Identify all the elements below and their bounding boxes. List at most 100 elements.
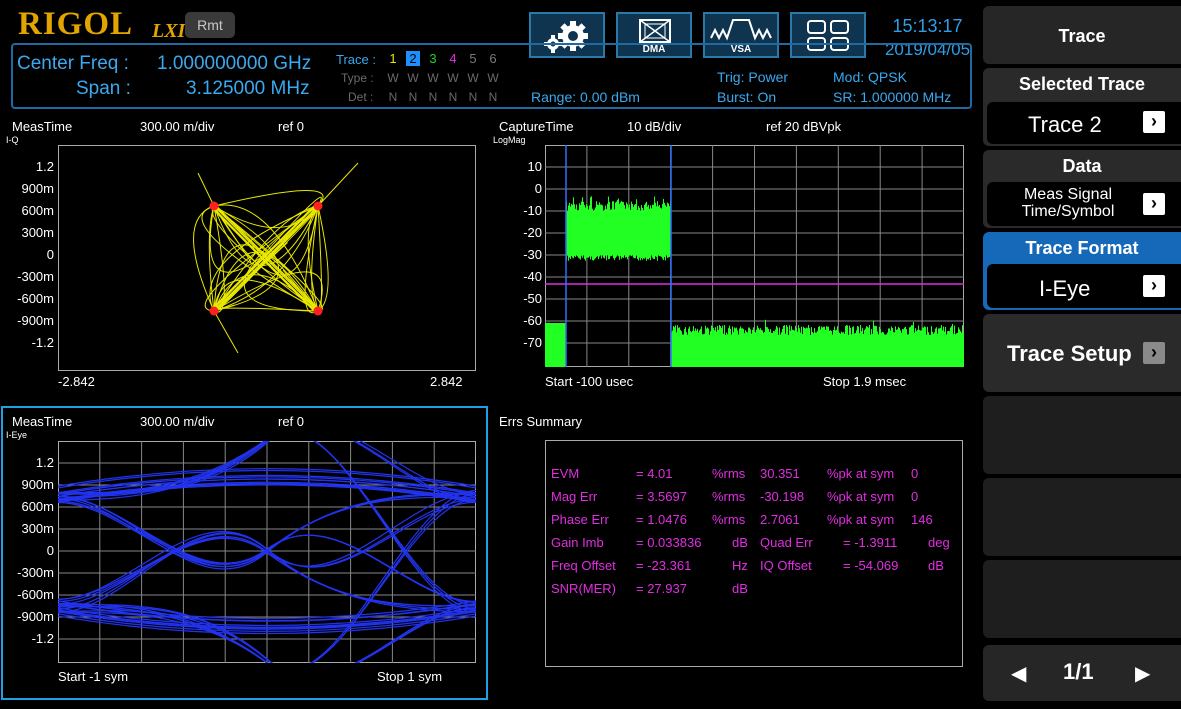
empty-softkey-7[interactable]	[983, 560, 1181, 638]
spectrum-plot-y-tick: -50	[523, 291, 542, 306]
trace-number-2[interactable]: 2	[406, 51, 420, 66]
spectrum-plot-scale: 10 dB/div	[627, 119, 682, 134]
trace-number-1[interactable]: 1	[386, 51, 400, 66]
selected-trace-softkey[interactable]: Selected Trace Trace 2 ›	[983, 68, 1181, 146]
trace-det-1: N	[388, 90, 398, 104]
spectrum-plot-ref: ref 20 dBVpk	[766, 119, 842, 134]
trigger-readout: Trig: Power	[717, 69, 789, 85]
spectrum-plot-y-tick: 10	[527, 159, 542, 174]
trace-setup-label: Trace Setup	[1007, 341, 1132, 366]
error-summary-cell: %rms	[712, 466, 746, 481]
empty-softkey-5[interactable]	[983, 396, 1181, 474]
error-summary-cell: = 27.937	[636, 581, 687, 596]
trace-det-6: N	[488, 90, 498, 104]
error-summary-cell: 0	[911, 466, 919, 481]
iq-plot-x-max: 2.842	[430, 374, 463, 389]
eye-plot-title: MeasTime	[12, 414, 73, 429]
iq-plot-title: MeasTime	[12, 119, 73, 134]
eye-plot-y-tick: -600m	[17, 587, 54, 602]
error-summary-cell: = -23.361	[636, 558, 692, 573]
chevron-right-icon: ›	[1143, 275, 1165, 297]
chevron-right-icon: ›	[1143, 193, 1165, 215]
trace-number-6[interactable]: 6	[486, 51, 500, 66]
error-summary-cell: Gain Imb	[551, 535, 604, 550]
trace-type-5: W	[467, 71, 479, 85]
trace-type-6: W	[487, 71, 499, 85]
clock-time: 15:13:17	[892, 16, 963, 36]
trace-number-4[interactable]: 4	[446, 51, 460, 66]
errors-summary-box	[545, 440, 963, 667]
i-eye-diagram[interactable]	[58, 441, 476, 663]
data-value-line-2: Time/Symbol	[1021, 203, 1115, 220]
error-summary-cell: 146	[911, 512, 933, 527]
data-softkey[interactable]: Data Meas Signal Time/Symbol ›	[983, 150, 1181, 228]
next-page-icon[interactable]: ▶	[1135, 661, 1150, 686]
error-summary-cell: 0	[911, 489, 919, 504]
error-summary-cell: Mag Err	[551, 489, 598, 504]
error-summary-cell: = -1.3911	[843, 535, 898, 550]
error-summary-cell: = -54.069	[843, 558, 899, 573]
eye-plot-start: Start -1 sym	[58, 669, 129, 684]
range-readout: Range: 0.00 dBm	[531, 89, 640, 105]
error-summary-cell: %rms	[712, 489, 746, 504]
iq-plot-scale: 300.00 m/div	[140, 119, 215, 134]
trace-setup-softkey[interactable]: Trace Setup ›	[983, 314, 1181, 392]
spectrum-plot-corner-label: LogMag	[493, 135, 526, 145]
error-summary-cell: = 3.5697	[636, 489, 687, 504]
error-summary-cell: EVM	[551, 466, 580, 481]
eye-plot-y-tick: -300m	[17, 565, 54, 580]
spectrum-plot-y-tick: 0	[534, 181, 542, 196]
lxi-logo: LXI	[152, 20, 186, 42]
errors-summary-title: Errs Summary	[499, 414, 583, 429]
eye-plot-y-tick: -1.2	[31, 631, 54, 646]
selected-trace-label: Selected Trace	[1018, 74, 1146, 94]
trace-det-2: N	[408, 90, 418, 104]
center-freq-value[interactable]: 1.000000000 GHz	[157, 53, 311, 75]
capture-time-plot[interactable]	[545, 145, 964, 367]
error-summary-cell: -30.198	[760, 489, 805, 504]
selected-trace-value: Trace 2	[1028, 112, 1102, 137]
spectrum-plot-y-tick: -30	[523, 247, 542, 262]
eye-plot-y-tick: 600m	[21, 499, 54, 514]
error-summary-cell: = 1.0476	[636, 512, 687, 527]
empty-softkey-6[interactable]	[983, 478, 1181, 556]
spectrum-plot-stop: Stop 1.9 msec	[823, 374, 907, 389]
iq-plot-y-tick: -1.2	[31, 335, 54, 350]
iq-plot-y-tick: -600m	[17, 291, 54, 306]
iq-plot-y-tick: 600m	[21, 203, 54, 218]
iq-constellation-plot[interactable]	[58, 145, 476, 371]
eye-plot-y-tick: 1.2	[35, 455, 54, 470]
data-label: Data	[1062, 156, 1102, 176]
span-value[interactable]: 3.125000 MHz	[186, 78, 310, 100]
chevron-right-icon: ›	[1143, 111, 1165, 133]
eye-plot-y-tick: 300m	[21, 521, 54, 536]
iq-plot-ref: ref 0	[278, 119, 305, 134]
trace-type-2: W	[407, 71, 419, 85]
eye-plot-ref: ref 0	[278, 414, 305, 429]
error-summary-cell: = 4.01	[636, 466, 673, 481]
type-row-label: Type :	[341, 71, 374, 85]
eye-plot-stop: Stop 1 sym	[377, 669, 443, 684]
trace-number-5[interactable]: 5	[466, 51, 480, 66]
previous-page-icon[interactable]: ◀	[1011, 661, 1026, 686]
error-summary-cell: 2.7061	[760, 512, 800, 527]
error-summary-cell: Freq Offset	[551, 558, 616, 573]
eye-plot-scale: 300.00 m/div	[140, 414, 215, 429]
trace-format-softkey[interactable]: Trace Format I-Eye ›	[983, 232, 1181, 310]
trace-number-3[interactable]: 3	[426, 51, 440, 66]
data-value-line-1: Meas Signal	[1023, 186, 1113, 203]
trace-type-3: W	[427, 71, 439, 85]
error-summary-cell: %pk at sym	[827, 466, 895, 481]
error-summary-cell: SNR(MER)	[551, 581, 616, 596]
trace-type-4: W	[447, 71, 459, 85]
iq-plot-y-tick: -900m	[17, 313, 54, 328]
spectrum-plot-y-tick: -20	[523, 225, 542, 240]
spectrum-plot-y-tick: -40	[523, 269, 542, 284]
eye-plot-y-tick: 900m	[21, 477, 54, 492]
modulation-readout: Mod: QPSK	[833, 69, 907, 85]
error-summary-cell: 30.351	[760, 466, 800, 481]
error-summary-cell: dB	[732, 535, 748, 550]
trace-format-value: I-Eye	[1039, 276, 1091, 301]
eye-plot-y-tick: 0	[46, 543, 54, 558]
menu-title-panel: Trace	[983, 6, 1181, 64]
